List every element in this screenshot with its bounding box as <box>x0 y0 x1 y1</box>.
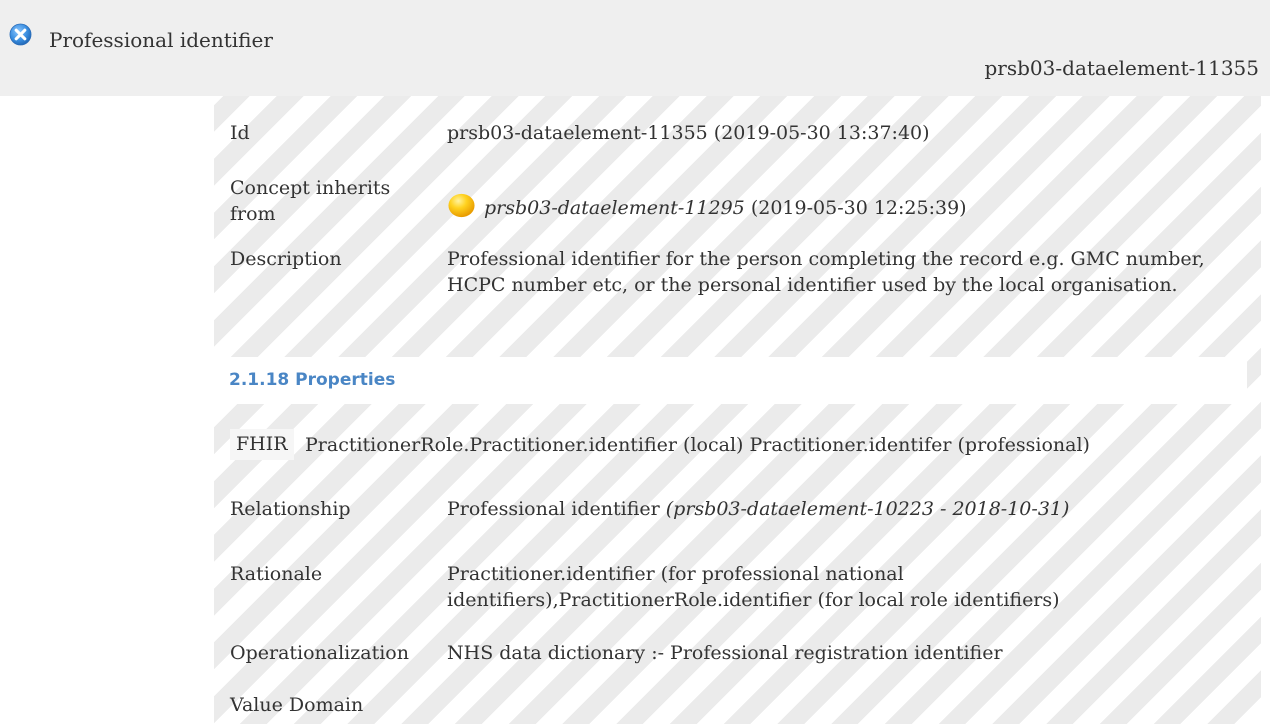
value-domain-label: Value Domain <box>230 694 364 716</box>
element-id: prsb03-dataelement-11355 <box>984 56 1260 80</box>
properties-section: 2.1.18 Properties <box>214 357 1247 404</box>
app-root: Professional identifier prsb03-dataeleme… <box>0 0 1270 724</box>
details-panel: Id prsb03-dataelement-11355 (2019-05-30 … <box>214 96 1261 724</box>
inherits-label-line1: Concept inherits <box>230 177 391 199</box>
fhir-value: PractitionerRole.Practitioner.identifier… <box>305 434 1090 456</box>
page-title: Professional identifier <box>49 28 273 52</box>
rationale-line1: Practitioner.identifier (for professiona… <box>447 563 904 585</box>
relationship-name: Professional identifier <box>447 498 660 520</box>
operationalization-value: NHS data dictionary :- Professional regi… <box>447 642 1003 664</box>
status-ball-icon <box>448 193 475 218</box>
rationale-line2: identifiers),PractitionerRole.identifier… <box>447 589 1060 611</box>
relationship-ref[interactable]: (prsb03-dataelement-10223 - 2018-10-31) <box>666 498 1070 520</box>
inherits-label-line2: from <box>230 203 276 225</box>
description-line2: HCPC number etc, or the personal identif… <box>447 274 1178 296</box>
fhir-badge: FHIR <box>230 429 294 460</box>
id-value: prsb03-dataelement-11355 (2019-05-30 13:… <box>447 122 930 144</box>
inherits-link[interactable]: prsb03-dataelement-11295 <box>484 197 745 219</box>
inherits-value: prsb03-dataelement-11295 (2019-05-30 12:… <box>484 196 967 220</box>
relationship-label: Relationship <box>230 498 351 520</box>
properties-title: 2.1.18 Properties <box>229 370 396 390</box>
description-label: Description <box>230 248 342 270</box>
rationale-label: Rationale <box>230 563 323 585</box>
description-line1: Professional identifier for the person c… <box>447 248 1205 270</box>
relationship-value: Professional identifier (prsb03-dataelem… <box>447 497 1069 521</box>
operationalization-label: Operationalization <box>230 642 409 664</box>
id-label: Id <box>230 122 250 144</box>
header-bar: Professional identifier prsb03-dataeleme… <box>0 0 1270 96</box>
close-icon[interactable] <box>9 23 32 46</box>
inherits-date: (2019-05-30 12:25:39) <box>750 197 967 219</box>
